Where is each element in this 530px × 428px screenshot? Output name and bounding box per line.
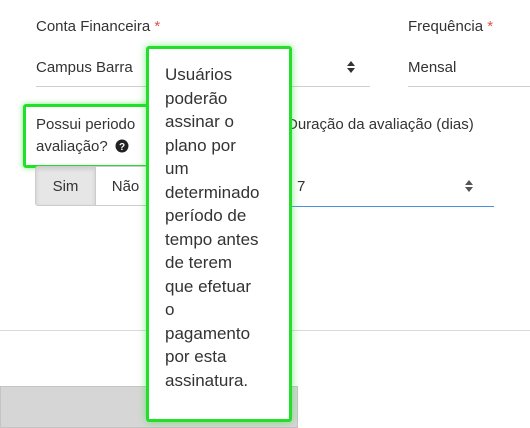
trial-toggle-group: Sim Não: [35, 166, 156, 206]
trial-label-line1: Possui periodo: [36, 116, 136, 133]
conta-financeira-label-text: Conta Financeira: [36, 18, 151, 35]
select-arrows-icon: [346, 60, 356, 74]
duracao-underline: [287, 206, 494, 207]
conta-financeira-label: Conta Financeira *: [36, 18, 160, 35]
duracao-label: Duração da avaliação (dias): [287, 116, 474, 133]
tooltip-text: Usuários poderão assinar o plano por um …: [165, 65, 260, 390]
conta-financeira-value: Campus Barra: [36, 59, 133, 76]
frequencia-label: Frequência *: [408, 18, 493, 35]
trial-label-highlight: [23, 104, 149, 168]
required-mark: *: [487, 18, 494, 35]
frequencia-label-text: Frequência: [408, 18, 484, 35]
question-circle-icon[interactable]: ?: [115, 139, 129, 157]
number-spinner-icon[interactable]: [464, 179, 474, 193]
trial-label-line2-text: avaliação?: [36, 138, 108, 155]
trial-help-tooltip: Usuários poderão assinar o plano por um …: [146, 46, 292, 422]
required-mark: *: [154, 18, 161, 35]
frequencia-value: Mensal: [408, 59, 457, 76]
svg-text:?: ?: [119, 142, 125, 153]
duracao-value: 7: [297, 178, 306, 195]
frequencia-underline: [408, 86, 530, 87]
trial-label-line2: avaliação? ?: [36, 138, 129, 157]
toggle-sim-button[interactable]: Sim: [35, 166, 96, 206]
